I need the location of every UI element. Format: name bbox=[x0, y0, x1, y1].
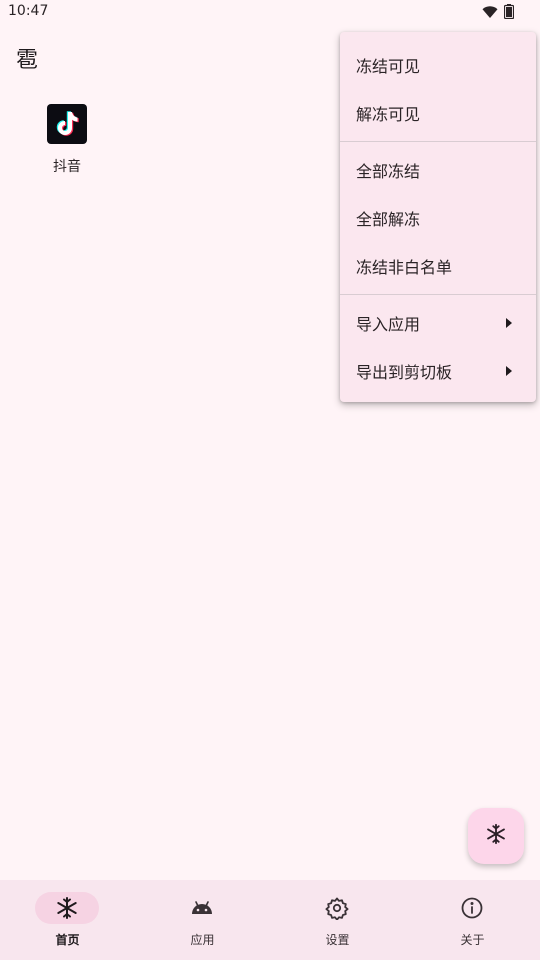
info-icon bbox=[460, 896, 484, 920]
snowflake-icon bbox=[55, 896, 79, 920]
menu-item-export-clipboard[interactable]: 导出到剪切板 bbox=[340, 347, 536, 395]
menu-divider bbox=[340, 141, 536, 142]
status-time: 10:47 bbox=[8, 3, 49, 19]
status-bar: 10:47 bbox=[0, 0, 540, 24]
app-tile-douyin[interactable]: 抖音 bbox=[40, 104, 94, 176]
menu-item-freeze-visible[interactable]: 冻结可见 bbox=[340, 41, 536, 89]
submenu-arrow-icon bbox=[506, 366, 512, 376]
battery-icon bbox=[503, 4, 515, 23]
menu-item-freeze-all[interactable]: 全部冻结 bbox=[340, 146, 536, 194]
nav-label: 关于 bbox=[460, 933, 485, 947]
app-label: 抖音 bbox=[53, 159, 81, 175]
menu-item-label: 全部解冻 bbox=[356, 210, 421, 229]
nav-label: 应用 bbox=[190, 933, 215, 947]
nav-item-apps[interactable]: 应用 bbox=[135, 880, 270, 960]
android-icon bbox=[190, 896, 214, 920]
menu-item-label: 全部冻结 bbox=[356, 162, 421, 181]
snowflake-icon bbox=[485, 823, 507, 849]
freeze-fab[interactable] bbox=[468, 808, 524, 864]
status-icons bbox=[482, 4, 515, 23]
menu-item-label: 导入应用 bbox=[356, 315, 421, 334]
nav-label: 首页 bbox=[55, 933, 80, 947]
wifi-icon bbox=[482, 4, 498, 23]
menu-item-unfreeze-all[interactable]: 全部解冻 bbox=[340, 194, 536, 242]
menu-item-label: 冻结非白名单 bbox=[356, 258, 453, 277]
menu-divider bbox=[340, 294, 536, 295]
gear-icon bbox=[325, 896, 349, 921]
menu-item-unfreeze-visible[interactable]: 解冻可见 bbox=[340, 89, 536, 137]
menu-item-import-apps[interactable]: 导入应用 bbox=[340, 299, 536, 347]
nav-label: 设置 bbox=[325, 933, 350, 947]
overflow-menu: 冻结可见 解冻可见 全部冻结 全部解冻 冻结非白名单 导入应用 导出到剪切板 bbox=[340, 32, 536, 402]
menu-item-label: 冻结可见 bbox=[356, 57, 421, 76]
tiktok-icon bbox=[47, 104, 87, 144]
nav-item-about[interactable]: 关于 bbox=[405, 880, 540, 960]
nav-item-settings[interactable]: 设置 bbox=[270, 880, 405, 960]
menu-item-freeze-non-whitelist[interactable]: 冻结非白名单 bbox=[340, 242, 536, 290]
menu-item-label: 导出到剪切板 bbox=[356, 363, 453, 382]
submenu-arrow-icon bbox=[506, 318, 512, 328]
bottom-navigation: 首页 应用 设置 关于 bbox=[0, 880, 540, 960]
nav-item-home[interactable]: 首页 bbox=[0, 880, 135, 960]
page-title: 雹 bbox=[16, 48, 39, 73]
menu-item-label: 解冻可见 bbox=[356, 105, 421, 124]
